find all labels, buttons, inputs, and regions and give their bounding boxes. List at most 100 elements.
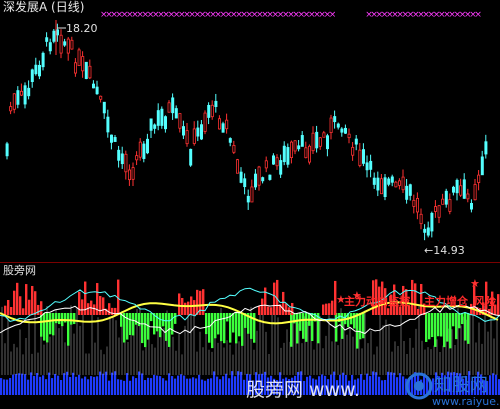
blue-bar [105, 371, 108, 395]
blue-bar [78, 374, 81, 395]
candle-body [81, 56, 85, 72]
green-bar [229, 313, 232, 343]
candle-body [221, 123, 225, 133]
blue-bar [75, 376, 78, 395]
blue-bar [189, 378, 192, 395]
green-bar [464, 313, 467, 341]
candle-body [95, 86, 99, 95]
green-bar [214, 313, 217, 339]
candle-body [5, 143, 9, 157]
candle-body [444, 190, 448, 205]
stock-title: 深发展A (日线) [3, 0, 85, 14]
blue-bar [39, 376, 42, 395]
blue-bar [225, 373, 228, 395]
candle-body [113, 137, 117, 142]
red-bar [331, 300, 334, 315]
candle-body [459, 185, 463, 196]
red-bar [40, 301, 43, 315]
candle-body [163, 116, 167, 130]
watermark-text: 股旁网 www. [246, 379, 360, 401]
candle-body [45, 37, 49, 42]
candle-body [304, 147, 308, 159]
alert-monitor: 主力动向监控 [344, 295, 410, 308]
candle-body [264, 160, 268, 169]
red-bar [111, 307, 114, 315]
signal-marker: × [474, 10, 482, 20]
blue-bar [36, 373, 39, 395]
candle-body [477, 174, 481, 183]
candle-body [300, 135, 304, 147]
candle-body [16, 90, 20, 105]
candlestick-panel[interactable]: × × × × × × × × × × × × × × × × × × × × × × × × × × × × × × × × × × × × × × × ×… [0, 0, 500, 262]
candle-body [246, 195, 250, 203]
blue-bar [378, 376, 381, 395]
green-bar [165, 313, 168, 341]
blue-bar [198, 374, 201, 395]
candle-body [376, 177, 380, 191]
indicator-panel[interactable]: ★ ★ ★ 股旁网 散户套牢系数: 73.00 主力控盘系数: 26.00 资金流入… [0, 263, 500, 409]
blue-bar [111, 372, 114, 395]
blue-bar [21, 373, 24, 395]
blue-bar [93, 376, 96, 395]
blue-bar [216, 376, 219, 395]
green-bar [452, 313, 455, 327]
blue-bar [3, 379, 6, 395]
red-bar [387, 308, 390, 315]
candle-body [199, 124, 203, 140]
blue-bar [243, 379, 246, 395]
blue-bar [234, 376, 237, 395]
candle-body [261, 177, 265, 182]
candle-body [135, 155, 139, 161]
candle-body [12, 93, 16, 110]
candle-body [433, 206, 437, 212]
candle-body [318, 137, 322, 147]
candle-body [239, 171, 243, 183]
red-bar [417, 308, 420, 315]
blue-bar [126, 373, 129, 395]
candle-body [23, 85, 27, 105]
candle-body [466, 193, 470, 200]
candle-body [34, 64, 38, 75]
blue-bar [390, 372, 393, 395]
candle-body [131, 167, 135, 180]
blue-bar [144, 380, 147, 395]
red-bar [202, 289, 205, 315]
candle-body [59, 34, 63, 54]
blue-bar [63, 373, 66, 395]
candle-body [315, 131, 319, 149]
red-bar [328, 303, 331, 315]
candle-body [268, 174, 272, 180]
candle-body [92, 83, 96, 89]
red-bar [270, 307, 273, 315]
blue-bar [81, 378, 84, 395]
candle-body [153, 124, 157, 129]
candlestick-chart[interactable]: ××××××××××××××××××××××××××××××××××××××××… [0, 0, 500, 262]
blue-bar [156, 375, 159, 395]
candle-body [333, 116, 337, 123]
candle-body [469, 202, 473, 210]
blue-bar [375, 372, 378, 395]
blue-bar [363, 379, 366, 395]
candle-body [30, 69, 34, 82]
blue-bar [141, 373, 144, 395]
blue-bar [360, 374, 363, 395]
red-bar [28, 299, 31, 315]
blue-bar [240, 371, 243, 395]
green-bar [220, 313, 223, 342]
green-bar [443, 313, 446, 348]
candle-body [210, 104, 214, 118]
green-bar [132, 313, 135, 336]
blue-bar [204, 380, 207, 395]
green-bar [455, 313, 458, 340]
blue-bar [12, 374, 15, 395]
legend-retail-trapped: 散户套牢系数: 73.00 [74, 266, 179, 279]
red-bar [34, 291, 37, 315]
candle-body [66, 38, 70, 54]
candle-body [351, 146, 355, 156]
green-bar [467, 313, 470, 344]
legend-inflow: 资金流入强度: 9.00 [296, 266, 394, 279]
green-bar [205, 313, 208, 335]
blue-bar [381, 380, 384, 395]
blue-bar [210, 378, 213, 395]
blue-bar [24, 374, 27, 395]
